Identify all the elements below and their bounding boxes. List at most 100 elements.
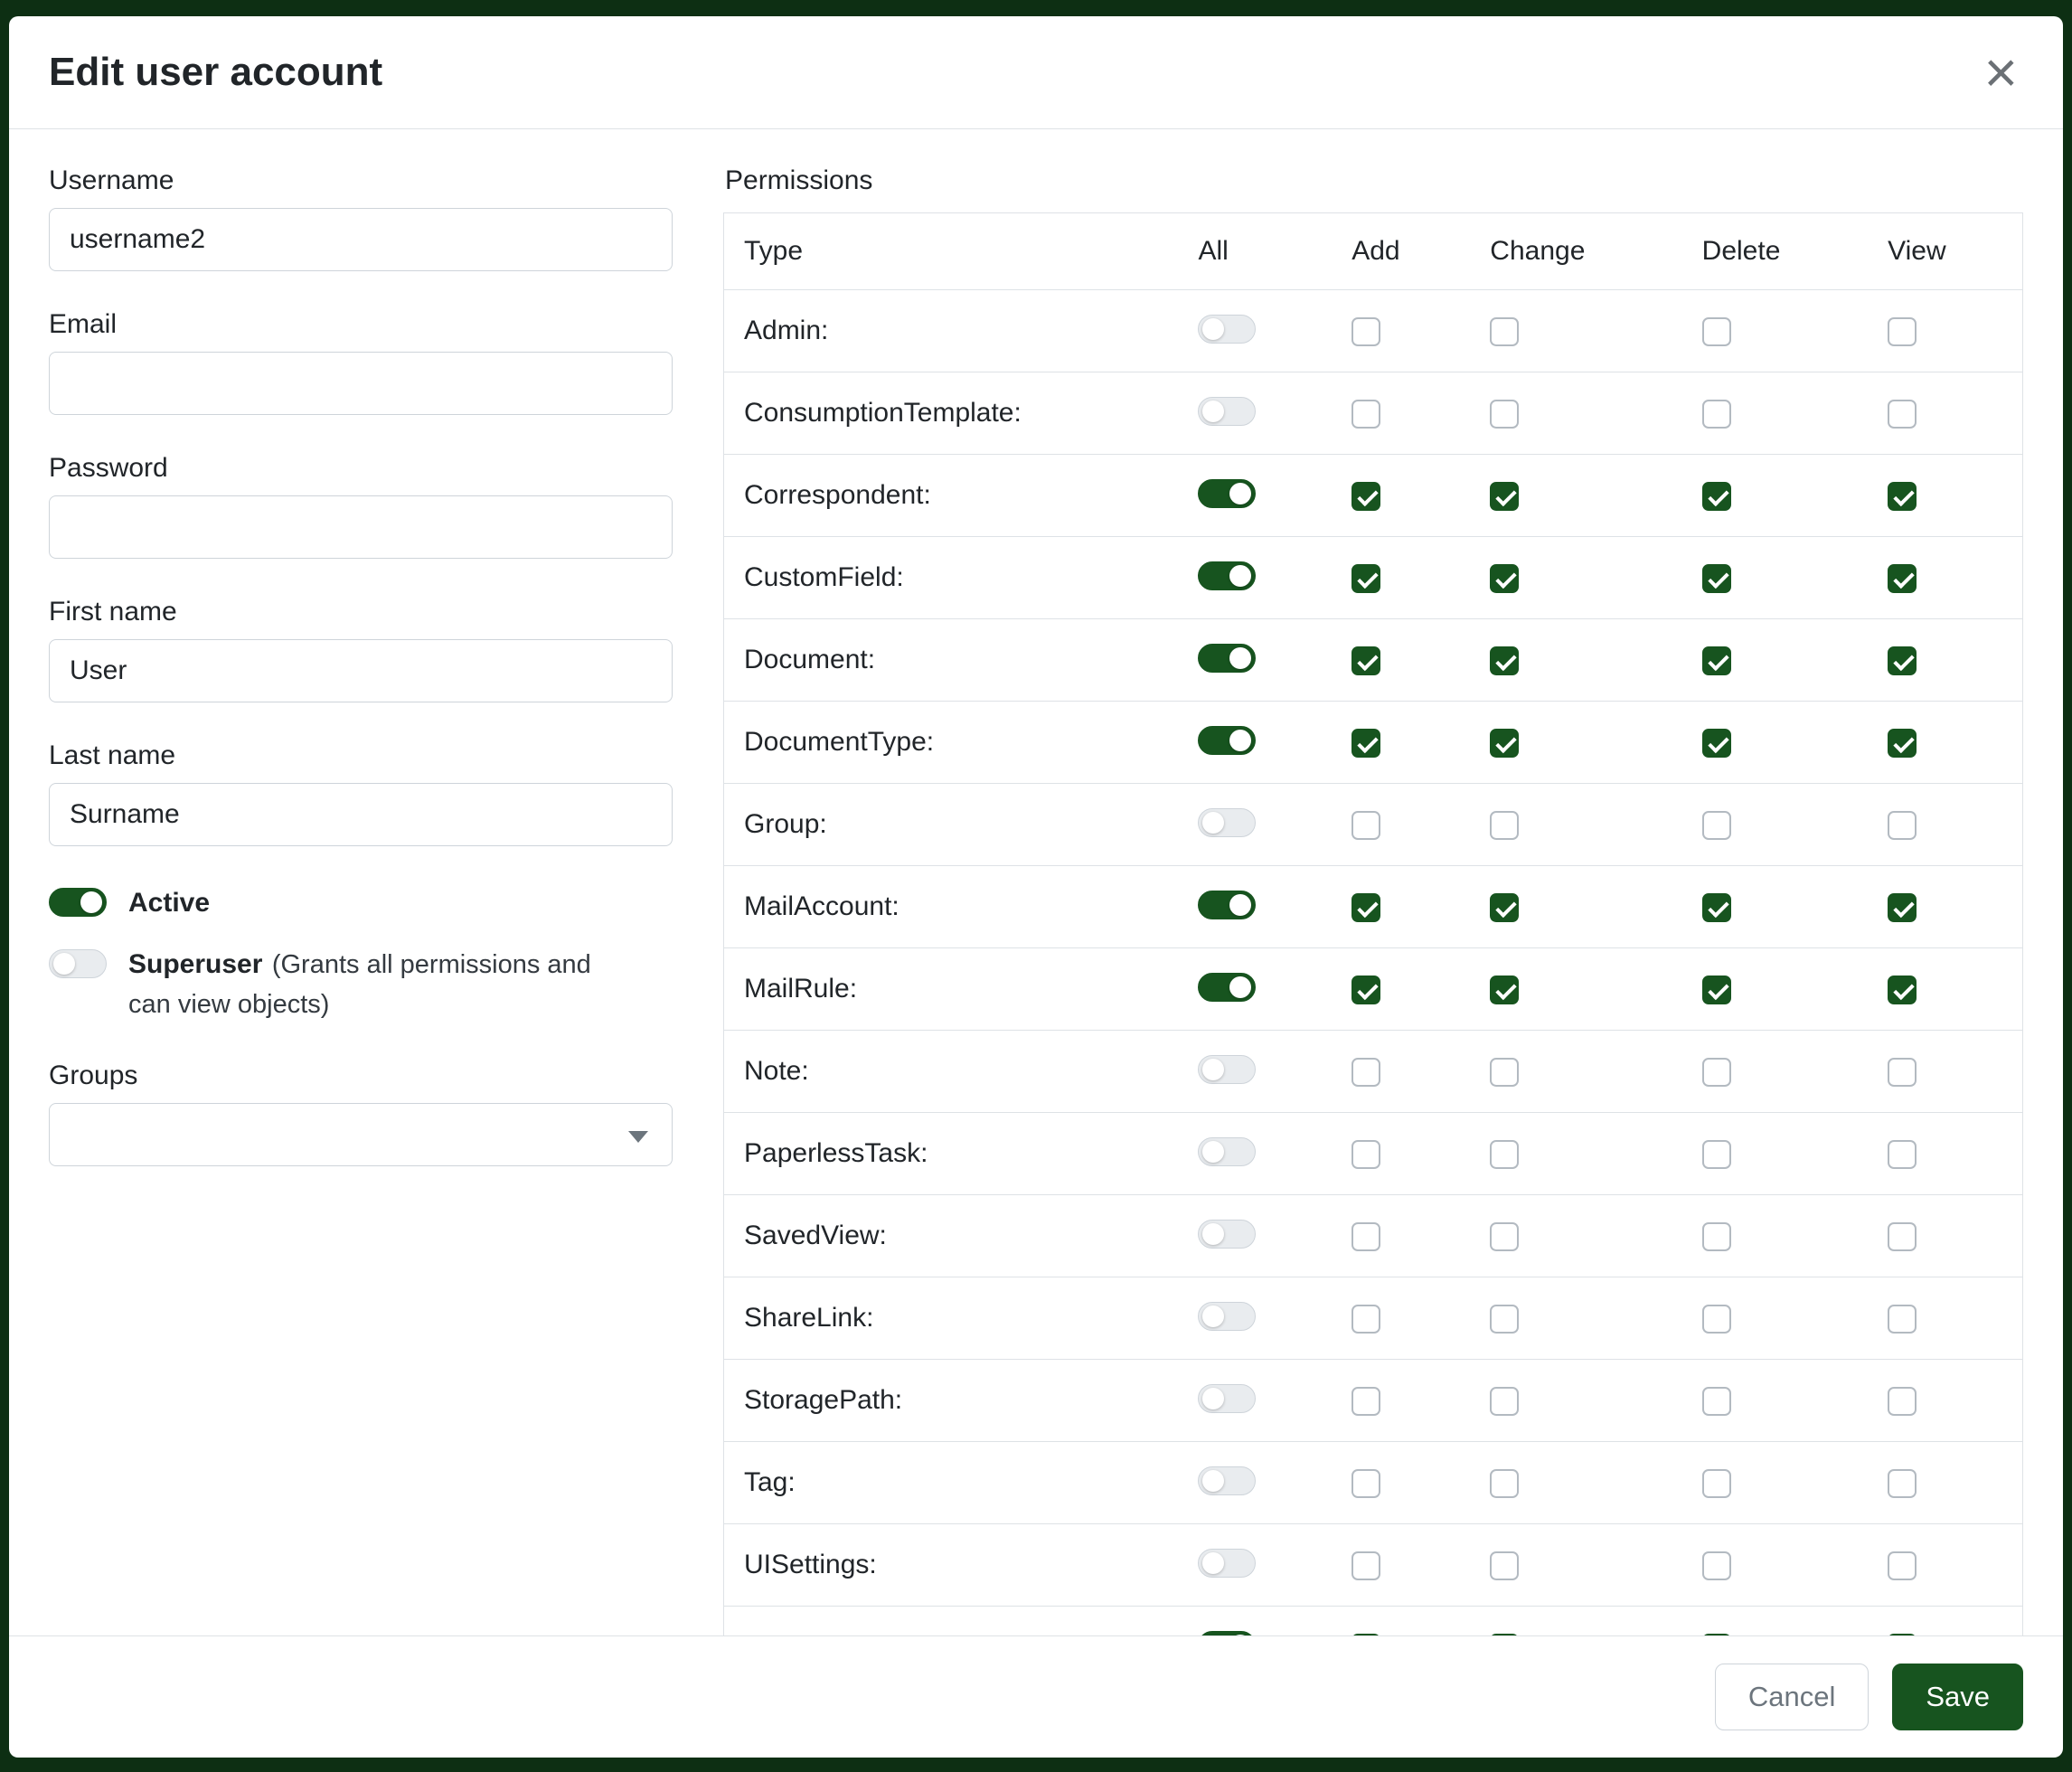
last-name-field[interactable]: [49, 783, 673, 846]
permission-change-checkbox[interactable]: [1490, 893, 1519, 922]
permission-change-checkbox[interactable]: [1490, 1058, 1519, 1087]
permission-all-toggle[interactable]: [1198, 561, 1256, 590]
permission-all-toggle[interactable]: [1198, 973, 1256, 1002]
permission-add-checkbox[interactable]: [1352, 1469, 1380, 1498]
permission-add-checkbox[interactable]: [1352, 482, 1380, 511]
permission-view-checkbox[interactable]: [1888, 729, 1917, 758]
permission-delete-checkbox[interactable]: [1702, 317, 1731, 346]
password-field[interactable]: [49, 495, 673, 559]
permission-delete-checkbox[interactable]: [1702, 729, 1731, 758]
permission-delete-checkbox[interactable]: [1702, 1387, 1731, 1416]
permission-all-toggle[interactable]: [1198, 891, 1256, 919]
cancel-button[interactable]: Cancel: [1715, 1664, 1870, 1730]
permission-delete-checkbox[interactable]: [1702, 893, 1731, 922]
permission-delete-checkbox[interactable]: [1702, 976, 1731, 1004]
permission-all-toggle[interactable]: [1198, 479, 1256, 508]
username-input[interactable]: [49, 208, 673, 271]
permission-delete-checkbox[interactable]: [1702, 1469, 1731, 1498]
permission-add-checkbox[interactable]: [1352, 1222, 1380, 1251]
permission-view-checkbox[interactable]: [1888, 1387, 1917, 1416]
permission-change-checkbox[interactable]: [1490, 1140, 1519, 1169]
permission-all-toggle[interactable]: [1198, 1549, 1256, 1578]
permission-add-checkbox[interactable]: [1352, 1305, 1380, 1334]
permission-change-checkbox[interactable]: [1490, 976, 1519, 1004]
permission-delete-checkbox[interactable]: [1702, 1551, 1731, 1580]
permission-change-checkbox[interactable]: [1490, 1634, 1519, 1635]
permission-delete-checkbox[interactable]: [1702, 1305, 1731, 1334]
permission-all-toggle[interactable]: [1198, 726, 1256, 755]
permission-all-toggle[interactable]: [1198, 1055, 1256, 1084]
permission-change-checkbox[interactable]: [1490, 482, 1519, 511]
permission-change-checkbox[interactable]: [1490, 317, 1519, 346]
email-field[interactable]: [49, 352, 673, 415]
permission-delete-checkbox[interactable]: [1702, 646, 1731, 675]
permission-view-checkbox[interactable]: [1888, 1551, 1917, 1580]
active-toggle[interactable]: [49, 888, 107, 917]
permission-type-label: SavedView:: [724, 1195, 1179, 1277]
permission-change-checkbox[interactable]: [1490, 1551, 1519, 1580]
permission-view-checkbox[interactable]: [1888, 1469, 1917, 1498]
permission-all-toggle[interactable]: [1198, 1466, 1256, 1495]
permission-view-checkbox[interactable]: [1888, 482, 1917, 511]
permission-add-checkbox[interactable]: [1352, 1058, 1380, 1087]
save-button[interactable]: Save: [1892, 1664, 2023, 1730]
permission-all-toggle[interactable]: [1198, 1631, 1256, 1635]
permission-type-label: PaperlessTask:: [724, 1113, 1179, 1195]
permission-add-checkbox[interactable]: [1352, 564, 1380, 593]
permission-change-checkbox[interactable]: [1490, 811, 1519, 840]
permission-add-checkbox[interactable]: [1352, 317, 1380, 346]
groups-field-group: Groups: [49, 1060, 673, 1166]
permission-view-checkbox[interactable]: [1888, 400, 1917, 429]
permission-change-checkbox[interactable]: [1490, 400, 1519, 429]
permission-change-checkbox[interactable]: [1490, 1387, 1519, 1416]
permission-change-checkbox[interactable]: [1490, 1469, 1519, 1498]
permission-view-checkbox[interactable]: [1888, 893, 1917, 922]
permission-view-checkbox[interactable]: [1888, 1058, 1917, 1087]
permission-delete-checkbox[interactable]: [1702, 1140, 1731, 1169]
permission-change-checkbox[interactable]: [1490, 1305, 1519, 1334]
permission-all-toggle[interactable]: [1198, 808, 1256, 837]
permission-add-checkbox[interactable]: [1352, 729, 1380, 758]
permission-view-checkbox[interactable]: [1888, 1305, 1917, 1334]
permission-view-checkbox[interactable]: [1888, 976, 1917, 1004]
password-label: Password: [49, 453, 673, 484]
permission-delete-checkbox[interactable]: [1702, 482, 1731, 511]
permission-view-checkbox[interactable]: [1888, 646, 1917, 675]
permission-delete-checkbox[interactable]: [1702, 811, 1731, 840]
permission-delete-checkbox[interactable]: [1702, 400, 1731, 429]
permission-add-checkbox[interactable]: [1352, 400, 1380, 429]
close-icon[interactable]: ×: [1979, 43, 2023, 101]
permission-add-checkbox[interactable]: [1352, 976, 1380, 1004]
permission-change-checkbox[interactable]: [1490, 564, 1519, 593]
permission-view-checkbox[interactable]: [1888, 564, 1917, 593]
permission-view-checkbox[interactable]: [1888, 1634, 1917, 1635]
permission-delete-checkbox[interactable]: [1702, 1222, 1731, 1251]
permission-view-checkbox[interactable]: [1888, 811, 1917, 840]
permission-view-checkbox[interactable]: [1888, 1222, 1917, 1251]
permission-add-checkbox[interactable]: [1352, 1387, 1380, 1416]
permission-add-checkbox[interactable]: [1352, 893, 1380, 922]
permission-view-checkbox[interactable]: [1888, 1140, 1917, 1169]
permission-all-toggle[interactable]: [1198, 1384, 1256, 1413]
permission-change-checkbox[interactable]: [1490, 729, 1519, 758]
permission-all-toggle[interactable]: [1198, 1137, 1256, 1166]
permission-delete-checkbox[interactable]: [1702, 564, 1731, 593]
permission-all-toggle[interactable]: [1198, 1220, 1256, 1249]
permission-delete-checkbox[interactable]: [1702, 1634, 1731, 1635]
permission-add-checkbox[interactable]: [1352, 1551, 1380, 1580]
permission-change-checkbox[interactable]: [1490, 646, 1519, 675]
groups-select[interactable]: [49, 1103, 673, 1166]
superuser-toggle[interactable]: [49, 949, 107, 978]
permission-delete-checkbox[interactable]: [1702, 1058, 1731, 1087]
permission-change-checkbox[interactable]: [1490, 1222, 1519, 1251]
permission-all-toggle[interactable]: [1198, 644, 1256, 673]
permission-add-checkbox[interactable]: [1352, 811, 1380, 840]
permission-add-checkbox[interactable]: [1352, 1634, 1380, 1635]
permission-add-checkbox[interactable]: [1352, 646, 1380, 675]
permission-add-checkbox[interactable]: [1352, 1140, 1380, 1169]
permission-all-toggle[interactable]: [1198, 315, 1256, 344]
first-name-field[interactable]: [49, 639, 673, 702]
permission-all-toggle[interactable]: [1198, 397, 1256, 426]
permission-view-checkbox[interactable]: [1888, 317, 1917, 346]
permission-all-toggle[interactable]: [1198, 1302, 1256, 1331]
